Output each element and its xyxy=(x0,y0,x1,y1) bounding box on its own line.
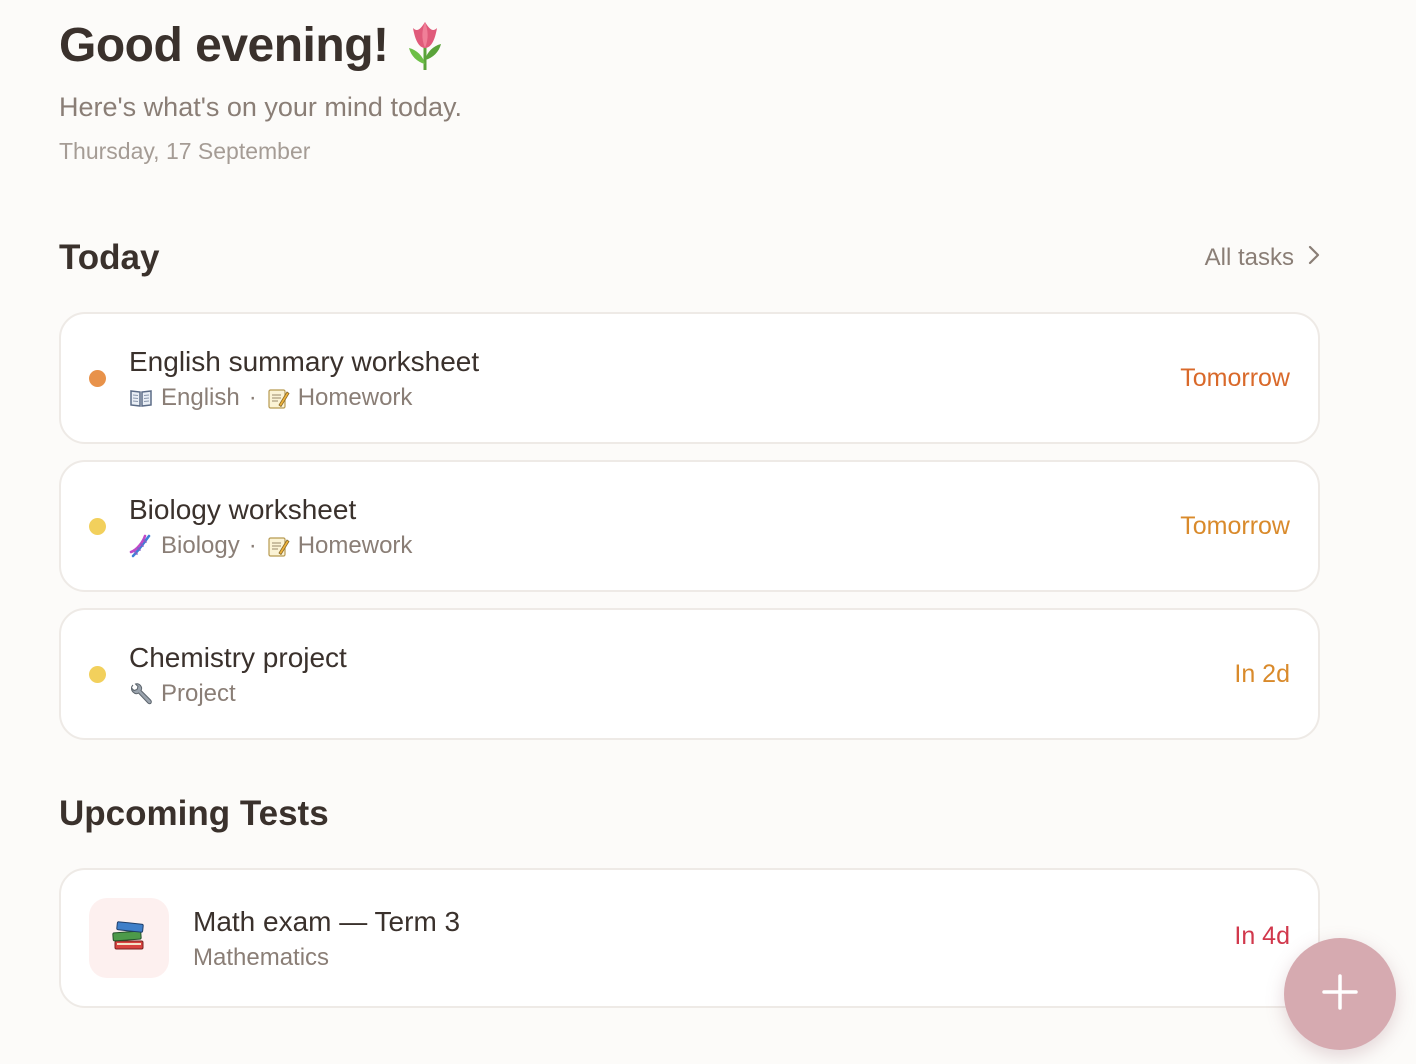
task-type: Homework xyxy=(297,532,413,559)
meta-separator: · xyxy=(248,384,257,411)
task-title: English summary worksheet xyxy=(129,346,480,377)
task-due: In 2d xyxy=(1234,660,1290,688)
upcoming-tests-section-title: Upcoming Tests xyxy=(59,794,329,833)
test-icon-container xyxy=(89,898,169,978)
home-screen: Good evening! Here's what's on your mind… xyxy=(0,0,1416,1064)
task-subject: Biology xyxy=(161,532,240,559)
greeting-heading: Good evening! xyxy=(59,18,447,73)
wrench-icon xyxy=(129,682,153,706)
priority-dot xyxy=(89,666,106,683)
test-card[interactable]: Math exam — Term 3 Mathematics In 4d xyxy=(59,868,1320,1008)
task-type: Project xyxy=(161,680,236,707)
priority-dot xyxy=(89,370,106,387)
task-due: Tomorrow xyxy=(1180,364,1290,392)
plus-icon xyxy=(1320,972,1360,1017)
task-meta: Biology · Homework xyxy=(129,532,412,560)
tulip-icon xyxy=(403,20,447,72)
chevron-right-icon xyxy=(1308,244,1320,272)
meta-separator: · xyxy=(248,532,257,559)
task-subject: English xyxy=(161,384,240,411)
greeting-text: Good evening! xyxy=(59,19,389,72)
open-book-icon xyxy=(129,386,153,410)
all-tasks-label: All tasks xyxy=(1204,244,1294,271)
task-title: Biology worksheet xyxy=(129,494,357,525)
add-button[interactable] xyxy=(1284,938,1396,1050)
greeting-subtitle: Here's what's on your mind today. xyxy=(59,92,462,122)
memo-icon xyxy=(266,386,290,410)
dna-icon xyxy=(129,534,153,558)
test-subject: Mathematics xyxy=(193,944,330,971)
test-due: In 4d xyxy=(1234,922,1290,950)
task-card[interactable]: Biology worksheet Biology · Homework Tom… xyxy=(59,460,1320,592)
books-icon xyxy=(111,919,147,958)
task-title: Chemistry project xyxy=(129,642,347,673)
task-meta: Project xyxy=(129,680,236,708)
task-card[interactable]: English summary worksheet English · Home… xyxy=(59,312,1320,444)
memo-icon xyxy=(266,534,290,558)
current-date: Thursday, 17 September xyxy=(59,138,311,164)
today-section-title: Today xyxy=(59,238,160,277)
task-meta: English · Homework xyxy=(129,384,412,412)
task-type: Homework xyxy=(297,384,413,411)
priority-dot xyxy=(89,518,106,535)
all-tasks-link[interactable]: All tasks xyxy=(1205,244,1320,272)
task-card[interactable]: Chemistry project Project In 2d xyxy=(59,608,1320,740)
test-title: Math exam — Term 3 xyxy=(193,906,461,937)
task-due: Tomorrow xyxy=(1180,512,1290,540)
